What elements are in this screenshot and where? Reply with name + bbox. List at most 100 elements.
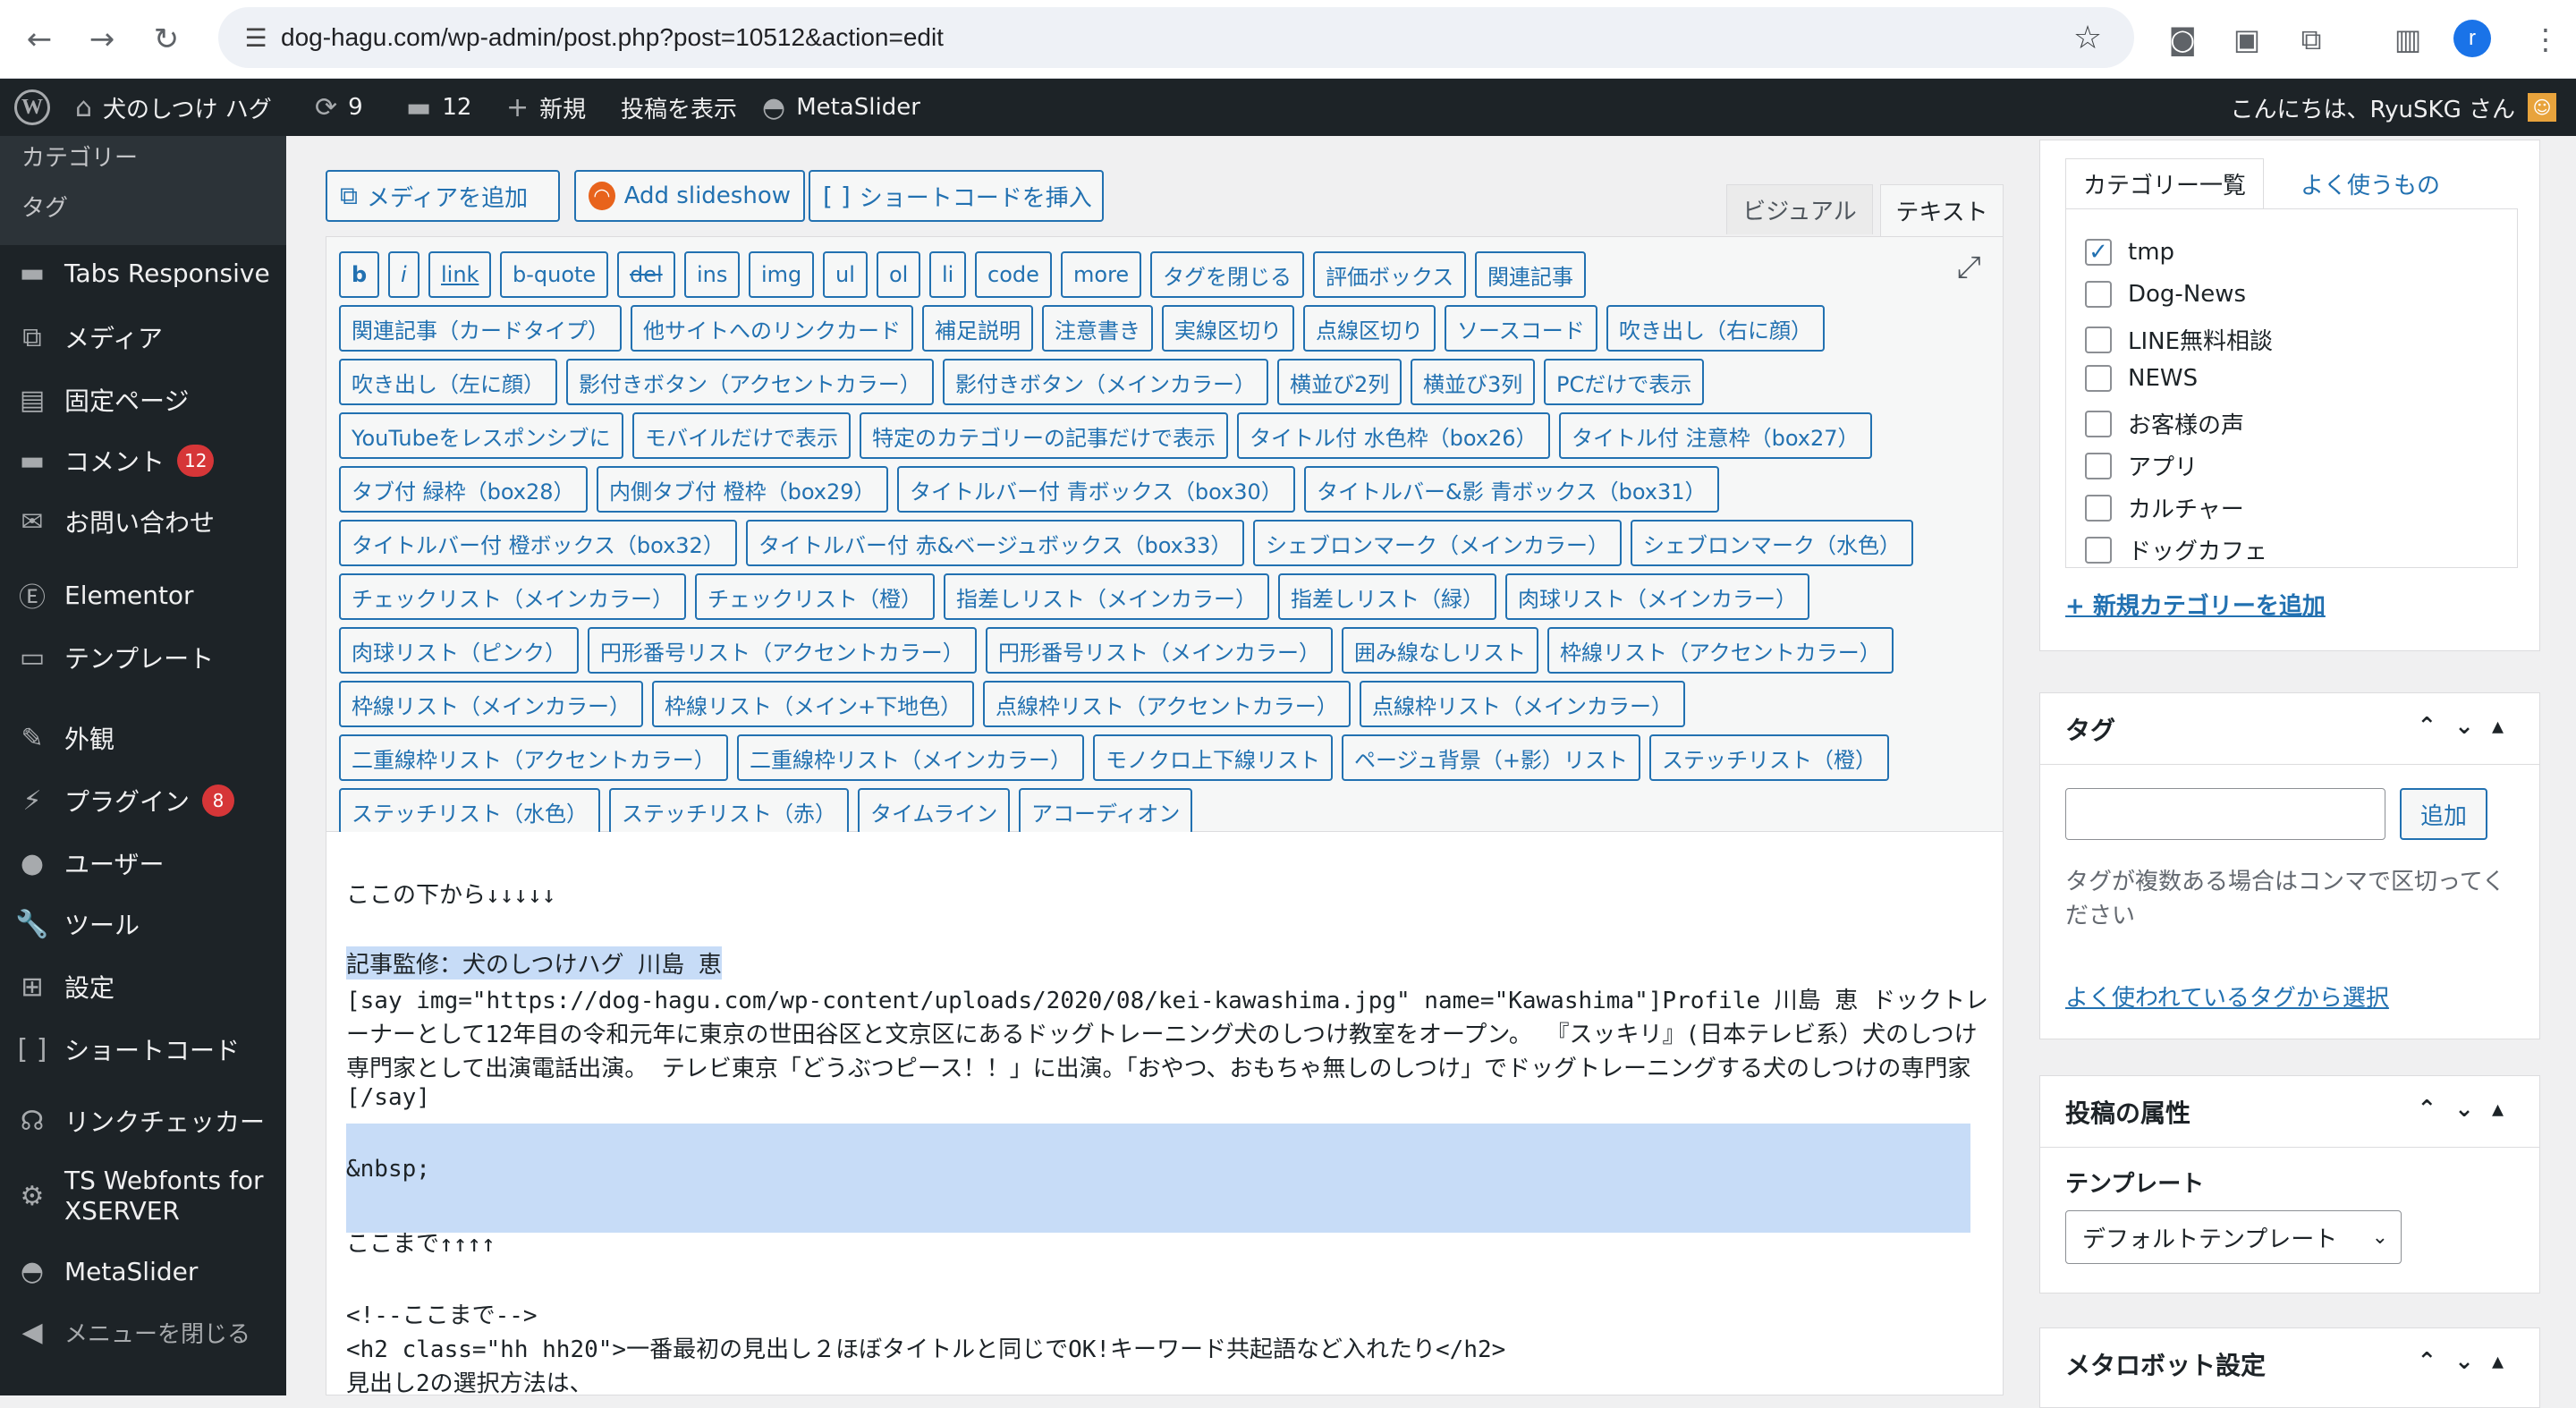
new-content-link[interactable]: + 新規: [506, 79, 586, 136]
quicktag-button[interactable]: li: [929, 251, 967, 298]
tab-popular-categories[interactable]: よく使うもの: [2267, 158, 2473, 208]
quicktag-button[interactable]: link: [428, 251, 492, 298]
quicktag-button[interactable]: del: [617, 251, 675, 298]
metaslider-link[interactable]: ◓ MetaSlider: [762, 79, 920, 136]
quicktag-button[interactable]: シェブロンマーク（メインカラー）: [1253, 520, 1622, 566]
tab-text[interactable]: テキスト: [1880, 184, 2004, 236]
sidebar-item-1[interactable]: ⧉ メディア: [0, 315, 286, 360]
fullscreen-icon[interactable]: ⤢: [1957, 250, 1981, 285]
quicktag-button[interactable]: ページュ背景（+影）リスト: [1342, 734, 1640, 781]
quicktag-button[interactable]: 影付きボタン（アクセントカラー）: [566, 359, 934, 405]
quicktag-button[interactable]: b: [339, 251, 380, 298]
quicktag-button[interactable]: ステッチリスト（水色）: [339, 788, 600, 835]
submenu-tags[interactable]: タグ: [21, 190, 68, 223]
quicktag-button[interactable]: 特定のカテゴリーの記事だけで表示: [860, 412, 1228, 459]
quicktag-button[interactable]: i: [388, 251, 419, 298]
box-controls[interactable]: ⌃⌄▴: [2417, 1348, 2521, 1375]
quicktag-button[interactable]: 吹き出し（左に顔）: [339, 359, 557, 405]
quicktag-button[interactable]: シェブロンマーク（水色）: [1631, 520, 1913, 566]
category-checkbox[interactable]: LINE無料相談: [2085, 323, 2273, 356]
sidebar-item-5[interactable]: Ⓔ Elementor: [0, 573, 286, 617]
checkbox-icon[interactable]: ✓: [2085, 239, 2112, 266]
quicktag-button[interactable]: タイトル付 水色枠（box26）: [1237, 412, 1550, 459]
quicktag-button[interactable]: 肉球リスト（ピンク）: [339, 627, 579, 674]
sidebar-item-15[interactable]: ◓ MetaSlider: [0, 1249, 286, 1293]
quicktag-button[interactable]: 関連記事（カードタイプ）: [339, 305, 622, 352]
profile-avatar[interactable]: r: [2453, 20, 2491, 57]
sidebar-item-4[interactable]: ✉ お問い合わせ: [0, 499, 286, 544]
updates-link[interactable]: ⟳ 9: [315, 79, 363, 136]
sidebar-item-3[interactable]: ▬ コメント 12: [0, 438, 286, 483]
sidebar-item-10[interactable]: 🔧 ツール: [0, 902, 286, 946]
choose-tags-link[interactable]: よく使われているタグから選択: [2065, 980, 2389, 1013]
category-checkbox[interactable]: ✓ tmp: [2085, 239, 2174, 266]
quicktag-button[interactable]: 吹き出し（右に顔）: [1606, 305, 1825, 352]
site-name-link[interactable]: ⌂ 犬のしつけ ハグ: [75, 79, 272, 136]
quicktag-button[interactable]: 枠線リスト（アクセントカラー）: [1547, 627, 1894, 674]
quicktag-button[interactable]: ol: [877, 251, 921, 298]
quicktag-button[interactable]: 関連記事: [1475, 251, 1586, 298]
box-controls[interactable]: ⌃⌄▴: [2417, 1096, 2521, 1123]
quicktag-button[interactable]: ul: [823, 251, 868, 298]
quicktag-button[interactable]: 枠線リスト（メイン+下地色）: [652, 681, 975, 727]
quicktag-button[interactable]: タイムライン: [858, 788, 1011, 835]
forward-icon[interactable]: →: [79, 16, 125, 63]
my-account-link[interactable]: こんにちは、RyuSKG さん ☺: [2231, 79, 2556, 136]
reload-icon[interactable]: ↻: [143, 16, 190, 63]
quicktag-button[interactable]: タイトルバー&影 青ボックス（box31）: [1304, 466, 1719, 513]
quicktag-button[interactable]: 肉球リスト（メインカラー）: [1505, 573, 1809, 620]
quicktag-button[interactable]: 実線区切り: [1162, 305, 1294, 352]
sidebar-item-11[interactable]: ⊞ 設定: [0, 964, 286, 1009]
checkbox-icon[interactable]: [2085, 410, 2112, 437]
quicktag-button[interactable]: 円形番号リスト（メインカラー）: [986, 627, 1333, 674]
add-media-button[interactable]: ⧉ メディアを追加: [326, 170, 560, 222]
quicktag-button[interactable]: ステッチリスト（橙）: [1649, 734, 1889, 781]
back-icon[interactable]: ←: [16, 16, 63, 63]
sidebar-item-8[interactable]: ⚡ プラグイン 8: [0, 778, 286, 823]
checkbox-icon[interactable]: [2085, 452, 2112, 479]
quicktag-button[interactable]: 影付きボタン（メインカラー）: [943, 359, 1268, 405]
quicktag-button[interactable]: 枠線リスト（メインカラー）: [339, 681, 643, 727]
quicktag-button[interactable]: ソースコード: [1445, 305, 1597, 352]
quicktag-button[interactable]: 点線区切り: [1303, 305, 1436, 352]
quicktag-button[interactable]: img: [749, 251, 815, 298]
content-textarea[interactable]: ここの下から↓↓↓↓↓ 記事監修：犬のしつけハグ 川島 恵 [say img="ht…: [326, 832, 2004, 1395]
quicktag-button[interactable]: 横並び3列: [1411, 359, 1536, 405]
quicktag-button[interactable]: YouTubeをレスポンシブに: [339, 412, 623, 459]
quicktag-button[interactable]: 注意書き: [1042, 305, 1153, 352]
submenu-categories[interactable]: カテゴリー: [21, 140, 138, 173]
camera-icon[interactable]: ◙: [2159, 16, 2206, 63]
quicktag-button[interactable]: アコーディオン: [1019, 788, 1193, 835]
sidebar-item-9[interactable]: ● ユーザー: [0, 841, 286, 886]
quicktag-button[interactable]: 指差しリスト（メインカラー）: [944, 573, 1269, 620]
side-panel-icon[interactable]: ▥: [2385, 16, 2431, 63]
wordpress-logo-icon[interactable]: W: [13, 79, 52, 136]
insert-shortcode-button[interactable]: [ ] ショートコードを挿入: [809, 170, 1104, 222]
box-controls[interactable]: ⌃⌄▴: [2417, 713, 2521, 740]
template-select[interactable]: デフォルトテンプレート ⌄: [2065, 1210, 2402, 1264]
quicktag-button[interactable]: b-quote: [500, 251, 609, 298]
category-checkbox[interactable]: Dog-News: [2085, 281, 2246, 308]
quicktag-button[interactable]: タグを閉じる: [1150, 251, 1304, 298]
sidebar-item-13[interactable]: ☊ リンクチェッカー: [0, 1098, 286, 1143]
quicktag-button[interactable]: 二重線枠リスト（メインカラー）: [737, 734, 1084, 781]
category-checkbox[interactable]: アプリ: [2085, 449, 2198, 482]
checkbox-icon[interactable]: [2085, 281, 2112, 308]
category-checkbox[interactable]: お客様の声: [2085, 407, 2244, 440]
view-post-link[interactable]: 投稿を表示: [621, 79, 737, 136]
sidebar-item-12[interactable]: [ ] ショートコード: [0, 1027, 286, 1072]
quicktag-button[interactable]: ins: [684, 251, 741, 298]
address-bar[interactable]: ☰ dog-hagu.com/wp-admin/post.php?post=10…: [218, 7, 2134, 68]
quicktag-button[interactable]: タイトル付 注意枠（box27）: [1559, 412, 1872, 459]
quicktag-button[interactable]: タイトルバー付 赤&ベージュボックス（box33）: [746, 520, 1245, 566]
bookmark-star-icon[interactable]: ☆: [2064, 14, 2111, 61]
menu-kebab-icon[interactable]: ⋮: [2522, 16, 2569, 63]
quicktag-button[interactable]: PCだけで表示: [1544, 359, 1705, 405]
quicktag-button[interactable]: チェックリスト（メインカラー）: [339, 573, 686, 620]
quicktag-button[interactable]: 指差しリスト（緑）: [1278, 573, 1496, 620]
add-tag-button[interactable]: 追加: [2400, 788, 2487, 840]
quicktag-button[interactable]: タイトルバー付 青ボックス（box30）: [897, 466, 1295, 513]
quicktag-button[interactable]: 円形番号リスト（アクセントカラー）: [588, 627, 977, 674]
tag-input[interactable]: [2065, 788, 2385, 840]
quicktag-button[interactable]: タブ付 緑枠（box28）: [339, 466, 588, 513]
